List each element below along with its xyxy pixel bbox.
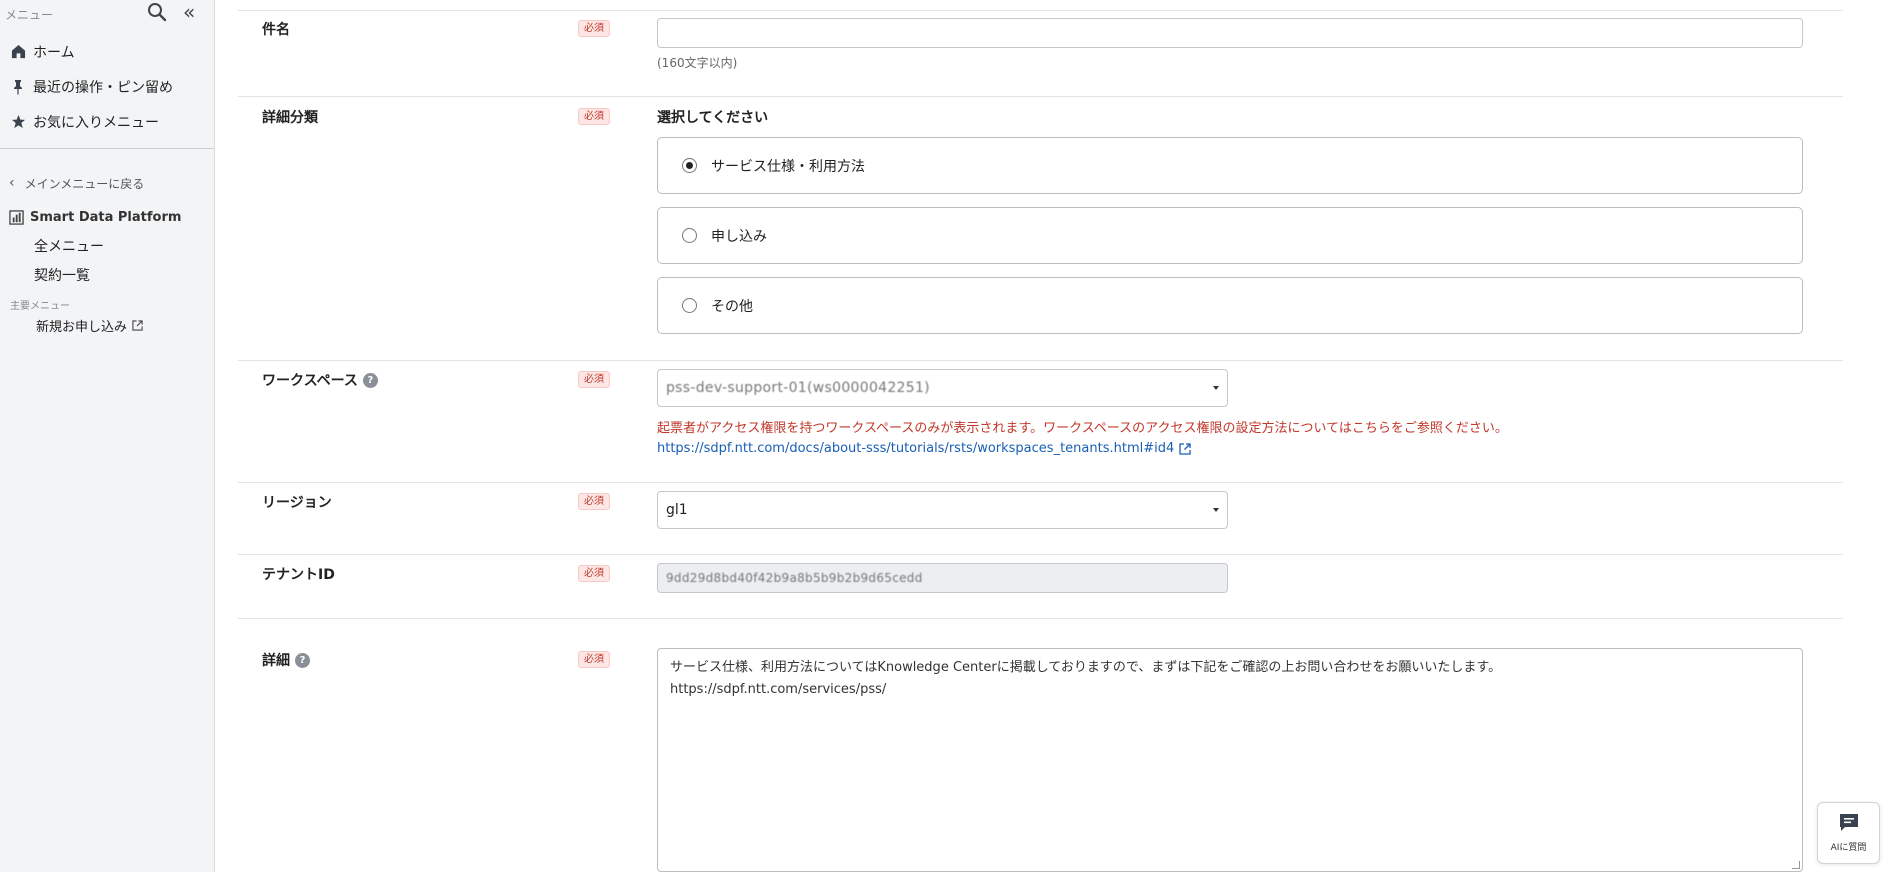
external-link-icon [1179, 443, 1191, 455]
sidebar-item-favorites[interactable]: お気に入りメニュー [0, 104, 214, 139]
chat-icon [1838, 813, 1860, 837]
tenant-field: 9dd29d8bd40f42b9a8b5b9b2b9d65cedd [657, 563, 1228, 593]
main-content: 件名 必須 (160文字以内) 詳細分類 必須 選択してください サービス仕様・… [215, 0, 1888, 872]
workspace-help-link[interactable]: https://sdpf.ntt.com/docs/about-sss/tuto… [657, 441, 1508, 456]
category-row: 詳細分類 必須 選択してください サービス仕様・利用方法 申し込み その他 [238, 96, 1843, 360]
sidebar-item-new-application[interactable]: 新規お申し込み [0, 311, 214, 339]
category-field: 選択してください サービス仕様・利用方法 申し込み その他 [657, 107, 1803, 334]
back-label: メインメニューに戻る [24, 176, 145, 191]
chevron-down-icon [1213, 508, 1219, 512]
chevron-left-icon: ‹ [9, 175, 15, 191]
workspace-label: ワークスペース ? [262, 370, 378, 390]
tenant-value: 9dd29d8bd40f42b9a8b5b9b2b9d65cedd [666, 571, 923, 585]
detail-line-2: https://sdpf.ntt.com/services/pss/ [670, 682, 887, 697]
subject-hint: (160文字以内) [657, 56, 738, 70]
sidebar-item-label: 最近の操作・ピン留め [33, 79, 173, 96]
radio-button[interactable] [682, 298, 697, 313]
subject-label: 件名 [262, 22, 290, 38]
link-text: https://sdpf.ntt.com/docs/about-sss/tuto… [657, 441, 1175, 456]
radio-option-other[interactable]: その他 [657, 277, 1803, 334]
collapse-sidebar-icon[interactable]: « [183, 2, 205, 25]
radio-label: 申し込み [711, 228, 767, 245]
radio-button[interactable] [682, 158, 697, 173]
detail-row: 詳細 ? 必須 サービス仕様、利用方法についてはKnowledge Center… [238, 618, 1843, 872]
radio-label: その他 [711, 298, 753, 315]
sidebar-title: メニュー [5, 7, 54, 22]
sidebar-item-contracts[interactable]: 契約一覧 [0, 260, 214, 289]
external-link-icon [132, 319, 143, 331]
chart-icon [9, 209, 24, 225]
sidebar-item-label: お気に入りメニュー [33, 114, 159, 131]
required-badge: 必須 [578, 493, 610, 510]
region-label: リージョン [262, 495, 332, 511]
subject-field: (160文字以内) [657, 18, 1803, 71]
help-icon[interactable]: ? [362, 372, 378, 388]
inquiry-form: 件名 必須 (160文字以内) 詳細分類 必須 選択してください サービス仕様・… [238, 0, 1843, 872]
workspace-value: pss-dev-support-01(ws0000042251) [666, 380, 930, 396]
search-icon[interactable] [147, 2, 169, 24]
sidebar: メニュー « ホーム 最近の操作・ピン留め お気に入りメニュー ‹ メインメニュ… [0, 0, 215, 872]
detail-textarea[interactable]: サービス仕様、利用方法についてはKnowledge Centerに掲載しておりま… [657, 648, 1803, 872]
ai-question-button[interactable]: AIに質問 [1817, 802, 1880, 864]
sidebar-item-recent[interactable]: 最近の操作・ピン留め [0, 69, 214, 104]
radio-option-application[interactable]: 申し込み [657, 207, 1803, 264]
workspace-error-text: 起票者がアクセス権限を持つワークスペースのみが表示されます。ワークスペースのアク… [657, 421, 1508, 436]
workspace-select[interactable]: pss-dev-support-01(ws0000042251) [657, 369, 1228, 407]
category-prompt: 選択してください [657, 110, 769, 126]
tenant-row: テナントID 必須 9dd29d8bd40f42b9a8b5b9b2b9d65c… [238, 554, 1843, 618]
detail-field: サービス仕様、利用方法についてはKnowledge Centerに掲載しておりま… [657, 648, 1803, 872]
workspace-row: ワークスペース ? 必須 pss-dev-support-01(ws000004… [238, 360, 1843, 482]
home-icon [10, 44, 26, 60]
sidebar-section-label: 主要メニュー [10, 301, 70, 312]
required-badge: 必須 [578, 20, 610, 37]
help-icon[interactable]: ? [295, 652, 310, 668]
category-label: 詳細分類 [262, 110, 318, 126]
subject-row: 件名 必須 (160文字以内) [238, 10, 1843, 96]
workspace-field: pss-dev-support-01(ws0000042251) 起票者がアクセ… [657, 369, 1508, 456]
workspace-label-text: ワークスペース [262, 373, 358, 389]
region-field: gl1 [657, 491, 1228, 529]
pin-icon [10, 79, 26, 95]
sidebar-item-home[interactable]: ホーム [0, 34, 214, 69]
region-row: リージョン 必須 gl1 [238, 482, 1843, 554]
star-icon [10, 114, 26, 130]
sidebar-item-all-menu[interactable]: 全メニュー [0, 231, 214, 260]
resize-handle[interactable] [1792, 861, 1800, 869]
radio-label: サービス仕様・利用方法 [711, 158, 865, 175]
chevron-down-icon [1213, 386, 1219, 390]
required-badge: 必須 [578, 651, 610, 668]
product-label: Smart Data Platform [30, 209, 182, 225]
radio-option-service-spec[interactable]: サービス仕様・利用方法 [657, 137, 1803, 194]
detail-label: 詳細 ? [262, 650, 310, 670]
sidebar-item-label: 新規お申し込み [36, 319, 128, 335]
subject-input[interactable] [657, 18, 1803, 48]
required-badge: 必須 [578, 371, 610, 388]
radio-button[interactable] [682, 228, 697, 243]
ai-question-label: AIに質問 [1830, 843, 1867, 853]
region-select[interactable]: gl1 [657, 491, 1228, 529]
tenant-input: 9dd29d8bd40f42b9a8b5b9b2b9d65cedd [657, 563, 1228, 593]
required-badge: 必須 [578, 108, 610, 125]
required-badge: 必須 [578, 565, 610, 582]
sidebar-divider [0, 148, 214, 149]
sidebar-item-label: ホーム [33, 44, 75, 61]
detail-line-1: サービス仕様、利用方法についてはKnowledge Centerに掲載しておりま… [670, 660, 1502, 675]
region-value: gl1 [666, 502, 688, 518]
sidebar-header: メニュー « [0, 0, 214, 28]
product-title[interactable]: Smart Data Platform [0, 208, 214, 226]
back-to-main-menu[interactable]: ‹ メインメニューに戻る [0, 172, 214, 194]
tenant-label: テナントID [262, 567, 335, 583]
detail-label-text: 詳細 [262, 653, 290, 669]
